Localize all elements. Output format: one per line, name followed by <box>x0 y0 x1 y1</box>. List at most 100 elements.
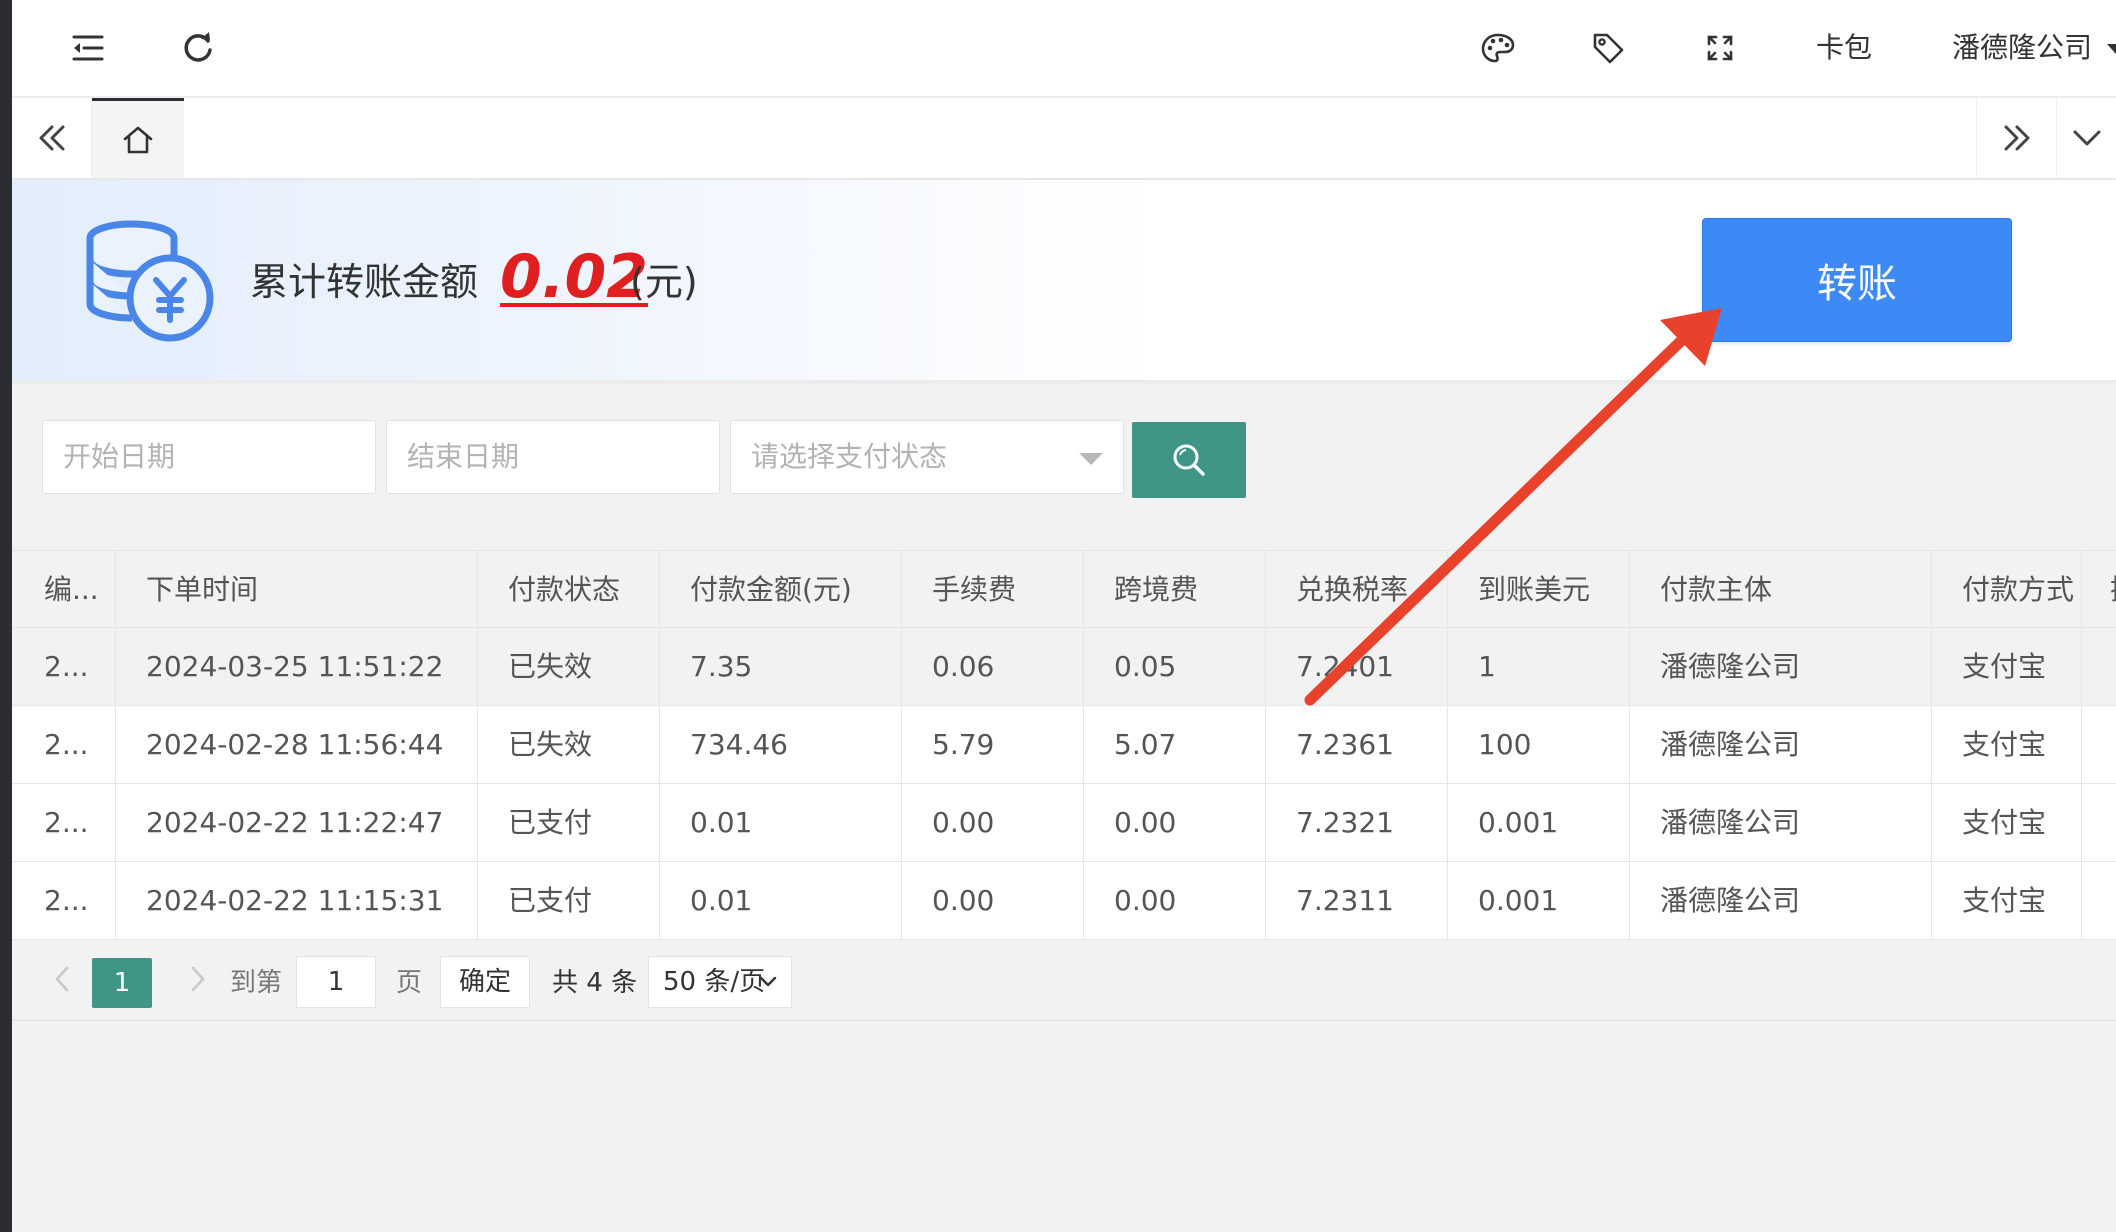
table-header-row: 编... 下单时间 付款状态 付款金额(元) 手续费 跨境费 兑换税率 到账美元… <box>12 550 2116 628</box>
cell-order-time: 2024-02-28 11:56:44 <box>116 706 478 783</box>
tabs-scroll-right-button[interactable] <box>1976 98 2056 178</box>
cell-pay-amount: 0.01 <box>660 784 902 861</box>
cell-pay-status: 已支付 <box>478 862 660 939</box>
transfer-summary-banner: 累计转账金额 0.02 (元) 转账 <box>12 180 2116 380</box>
table-row[interactable]: 2... 2024-02-28 11:56:44 已失效 734.46 5.79… <box>12 706 2116 784</box>
column-header-pay-method[interactable]: 付款方式 <box>1932 551 2082 628</box>
table-row[interactable]: 2... 2024-03-25 11:51:22 已失效 7.35 0.06 0… <box>12 628 2116 706</box>
home-icon <box>123 126 153 153</box>
goto-label: 到第 <box>230 968 283 998</box>
cell-cross-border-fee: 0.00 <box>1084 862 1266 939</box>
column-header-pay-amount[interactable]: 付款金额(元) <box>660 551 902 628</box>
cell-order-time: 2024-03-25 11:51:22 <box>116 628 478 705</box>
cell-fee: 5.79 <box>902 706 1084 783</box>
cell-pay-method: 支付宝 <box>1932 862 2082 939</box>
cell-actions[interactable] <box>2082 706 2116 783</box>
cell-id: 2... <box>12 706 116 783</box>
cell-payer: 潘德隆公司 <box>1630 784 1932 861</box>
cell-pay-amount: 0.01 <box>660 862 902 939</box>
company-menu[interactable]: 潘德隆公司 <box>1952 28 2116 68</box>
tag-icon[interactable] <box>1586 26 1630 70</box>
end-date-input[interactable]: 结束日期 <box>386 420 720 494</box>
page-unit-label: 页 <box>396 968 423 998</box>
page-number-current[interactable]: 1 <box>92 958 152 1008</box>
tab-bar <box>12 98 2116 178</box>
table-row[interactable]: 2... 2024-02-22 11:15:31 已支付 0.01 0.00 0… <box>12 862 2116 940</box>
cell-usd-received: 100 <box>1448 706 1630 783</box>
tabs-dropdown-button[interactable] <box>2056 98 2116 178</box>
cell-pay-status: 已支付 <box>478 784 660 861</box>
refresh-icon[interactable] <box>176 26 220 70</box>
cell-fee: 0.00 <box>902 862 1084 939</box>
chevron-down-icon <box>2073 130 2100 146</box>
column-header-cross-border-fee[interactable]: 跨境费 <box>1084 551 1266 628</box>
cell-order-time: 2024-02-22 11:15:31 <box>116 862 478 939</box>
cell-id: 2... <box>12 628 116 705</box>
tab-home[interactable] <box>92 98 184 178</box>
chevron-left-icon <box>55 966 69 992</box>
cell-exchange-rate: 7.2361 <box>1266 706 1448 783</box>
cell-pay-method: 支付宝 <box>1932 628 2082 705</box>
goto-page-input[interactable]: 1 <box>296 956 376 1008</box>
cell-usd-received: 0.001 <box>1448 784 1630 861</box>
palette-icon[interactable] <box>1476 26 1520 70</box>
start-date-input[interactable]: 开始日期 <box>42 420 376 494</box>
menu-fold-icon[interactable] <box>66 26 110 70</box>
chevron-down-icon <box>759 976 777 987</box>
chevron-right-icon <box>191 966 205 992</box>
payment-status-placeholder: 请选择支付状态 <box>751 440 948 473</box>
card-wallet-link[interactable]: 卡包 <box>1816 28 1872 68</box>
cell-cross-border-fee: 0.00 <box>1084 784 1266 861</box>
cell-pay-amount: 734.46 <box>660 706 902 783</box>
column-header-id[interactable]: 编... <box>12 551 116 628</box>
cell-fee: 0.06 <box>902 628 1084 705</box>
cell-pay-method: 支付宝 <box>1932 784 2082 861</box>
pagination: 1 到第 1 页 确定 共 4 条 50 条/页 <box>12 950 2116 1020</box>
cell-exchange-rate: 7.2321 <box>1266 784 1448 861</box>
amount-unit: (元) <box>630 260 698 304</box>
cell-cross-border-fee: 0.05 <box>1084 628 1266 705</box>
cell-payer: 潘德隆公司 <box>1630 706 1932 783</box>
prev-page-button[interactable] <box>42 954 82 1004</box>
page-size-select[interactable]: 50 条/页 <box>648 956 792 1008</box>
tabs-scroll-left-button[interactable] <box>12 98 92 178</box>
cell-cross-border-fee: 5.07 <box>1084 706 1266 783</box>
column-header-actions[interactable]: 操 <box>2082 551 2116 628</box>
total-transfer-label: 累计转账金额 <box>250 260 479 304</box>
double-right-icon <box>2004 125 2029 151</box>
search-icon <box>1173 444 1205 476</box>
column-header-pay-status[interactable]: 付款状态 <box>478 551 660 628</box>
cell-pay-status: 已失效 <box>478 706 660 783</box>
left-edge-strip <box>0 0 12 1232</box>
column-header-payer[interactable]: 付款主体 <box>1630 551 1932 628</box>
cell-pay-method: 支付宝 <box>1932 706 2082 783</box>
cell-pay-amount: 7.35 <box>660 628 902 705</box>
cell-order-time: 2024-02-22 11:22:47 <box>116 784 478 861</box>
table-row[interactable]: 2... 2024-02-22 11:22:47 已支付 0.01 0.00 0… <box>12 784 2116 862</box>
column-header-order-time[interactable]: 下单时间 <box>116 551 478 628</box>
cell-actions[interactable] <box>2082 628 2116 705</box>
cell-actions[interactable] <box>2082 862 2116 939</box>
caret-down-icon <box>2106 44 2116 54</box>
search-button[interactable] <box>1132 422 1246 498</box>
column-header-exchange-rate[interactable]: 兑换税率 <box>1266 551 1448 628</box>
payment-status-select[interactable]: 请选择支付状态 <box>730 420 1124 494</box>
goto-confirm-button[interactable]: 确定 <box>440 956 530 1008</box>
total-count: 共 4 条 <box>552 968 638 998</box>
company-name: 潘德隆公司 <box>1952 31 2093 64</box>
next-page-button[interactable] <box>178 954 218 1004</box>
coins-yuan-icon <box>86 220 214 342</box>
fullscreen-icon[interactable] <box>1698 26 1742 70</box>
cell-fee: 0.00 <box>902 784 1084 861</box>
page-size-value: 50 条/页 <box>663 967 766 997</box>
column-header-fee[interactable]: 手续费 <box>902 551 1084 628</box>
cell-payer: 潘德隆公司 <box>1630 628 1932 705</box>
cell-pay-status: 已失效 <box>478 628 660 705</box>
transfer-button[interactable]: 转账 <box>1702 218 2012 342</box>
cell-payer: 潘德隆公司 <box>1630 862 1932 939</box>
cell-actions[interactable] <box>2082 784 2116 861</box>
column-header-usd-received[interactable]: 到账美元 <box>1448 551 1630 628</box>
select-caret-icon <box>1079 453 1103 465</box>
top-header: 卡包 潘德隆公司 <box>12 0 2116 97</box>
main-area: 卡包 潘德隆公司 累计转账金额 0.02 (元) 转账 开始日期 结束日期 请选… <box>12 0 2116 1232</box>
